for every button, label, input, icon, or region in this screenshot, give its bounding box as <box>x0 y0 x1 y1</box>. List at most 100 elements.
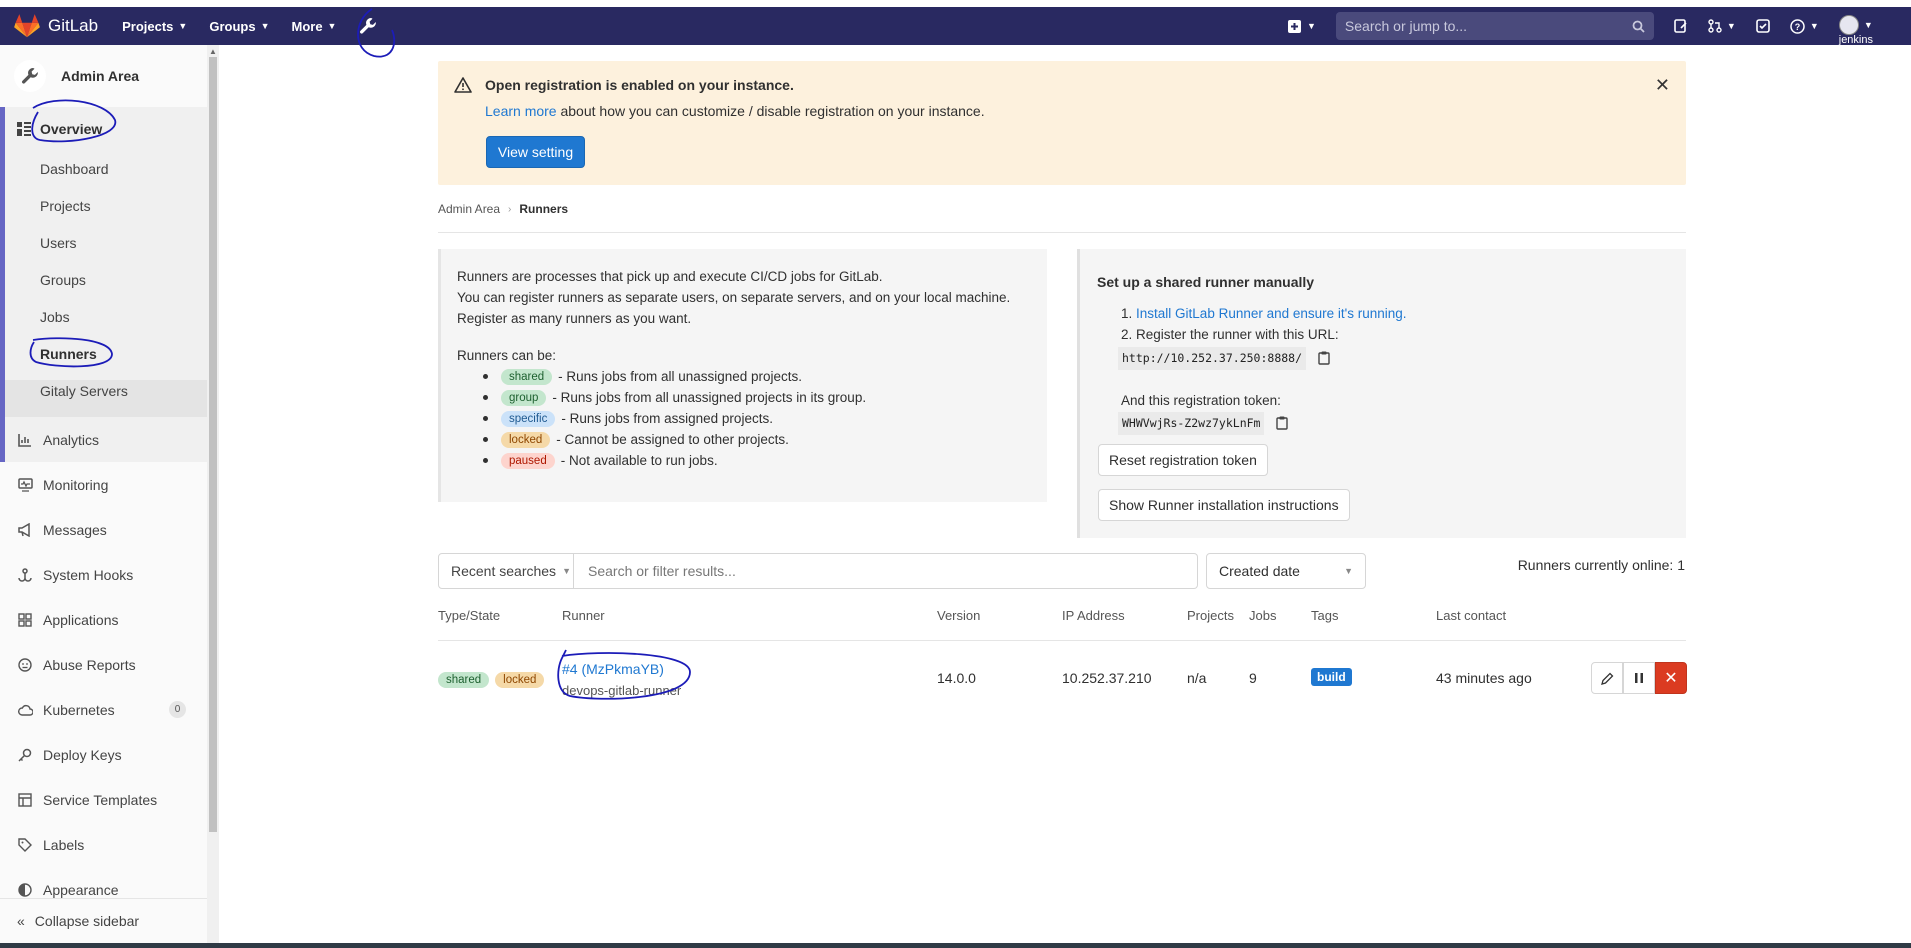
todos-button[interactable] <box>1756 19 1770 33</box>
sidebar-item-gitaly-servers[interactable]: Gitaly Servers <box>40 383 128 399</box>
sidebar-item-monitoring[interactable]: Monitoring <box>17 477 108 493</box>
info-line-1: Runners are processes that pick up and e… <box>457 269 883 284</box>
admin-wrench-icon[interactable] <box>358 16 378 36</box>
close-icon: ✕ <box>1664 670 1678 687</box>
merge-request-icon <box>1708 19 1722 33</box>
registration-url: http://10.252.37.250:8888/ <box>1118 347 1307 370</box>
filter-bar: Recent searches ▼ Search or filter result… <box>438 553 1198 589</box>
template-icon <box>17 792 33 808</box>
shared-badge: shared <box>438 672 490 688</box>
sidebar-header[interactable]: Admin Area <box>0 45 207 107</box>
breadcrumb-runners[interactable]: Runners <box>519 202 568 216</box>
sidebar-item-groups[interactable]: Groups <box>40 272 86 288</box>
chevron-down-icon: ▼ <box>1863 19 1873 30</box>
sidebar-item-analytics[interactable]: Analytics <box>17 432 99 448</box>
chevron-down-icon: ▼ <box>562 566 571 576</box>
copy-icon[interactable] <box>1318 351 1330 366</box>
tag-badge: build <box>1311 668 1352 686</box>
collapse-sidebar-button[interactable]: « Collapse sidebar <box>0 898 219 943</box>
sidebar-title: Admin Area <box>61 68 140 84</box>
key-icon <box>17 747 33 763</box>
username: jenkins <box>1838 33 1873 46</box>
sidebar-item-users[interactable]: Users <box>40 235 77 251</box>
sidebar-item-messages[interactable]: Messages <box>17 522 107 538</box>
sort-dropdown[interactable]: Created date ▼ <box>1206 553 1366 589</box>
avatar <box>1838 14 1859 35</box>
brand-name: GitLab <box>48 16 99 35</box>
sidebar-item-overview[interactable]: Overview <box>17 121 102 137</box>
overview-icon <box>17 122 31 136</box>
scrollbar-thumb[interactable] <box>209 57 217 832</box>
sidebar-item-jobs[interactable]: Jobs <box>40 309 70 325</box>
appearance-icon <box>17 882 33 898</box>
smiley-icon <box>17 657 33 673</box>
gitlab-logo[interactable]: GitLab <box>0 14 98 38</box>
new-item-dropdown[interactable]: ▼ <box>1287 19 1316 33</box>
runner-type-item: group - Runs jobs from all unassigned pro… <box>483 387 1031 408</box>
warning-icon <box>454 77 472 93</box>
info-line-3: Register as many runners as you want. <box>457 311 692 326</box>
recent-searches-dropdown[interactable]: Recent searches ▼ <box>438 553 574 589</box>
sidebar-item-abuse-reports[interactable]: Abuse Reports <box>17 657 136 673</box>
install-runner-link[interactable]: Install GitLab Runner and ensure it's ru… <box>1136 306 1407 321</box>
copy-icon[interactable] <box>1276 416 1288 431</box>
sidebar-item-deploy-keys[interactable]: Deploy Keys <box>17 747 122 763</box>
column-header-last-contact: Last contact <box>1436 608 1507 623</box>
chart-icon <box>17 432 33 448</box>
sidebar-item-projects[interactable]: Projects <box>40 198 91 214</box>
scroll-up-icon: ▲ <box>209 47 217 56</box>
close-icon[interactable]: ✕ <box>1655 75 1670 96</box>
chevron-down-icon: ▼ <box>260 21 270 31</box>
sidebar-item-system-hooks[interactable]: System Hooks <box>17 567 133 583</box>
view-setting-button[interactable]: View setting <box>486 136 585 168</box>
runner-link[interactable]: #4 (MzPkmaYB) <box>562 659 681 680</box>
nav-more[interactable]: More ▼ <box>291 19 336 34</box>
double-chevron-left-icon: « <box>17 913 25 929</box>
search-input[interactable]: Search or jump to... <box>1335 12 1654 40</box>
help-dropdown[interactable]: ? ▼ <box>1790 18 1819 34</box>
show-installation-instructions-button[interactable]: Show Runner installation instructions <box>1098 489 1350 521</box>
learn-more-link[interactable]: Learn more <box>485 103 557 119</box>
edit-runner-button[interactable] <box>1591 662 1623 694</box>
filter-search-input[interactable]: Search or filter results... <box>574 553 1198 589</box>
nav-projects[interactable]: Projects ▼ <box>122 19 187 34</box>
abuse-reports-count: 0 <box>169 701 186 718</box>
chevron-down-icon: ▼ <box>1306 21 1316 31</box>
column-header-projects: Projects <box>1187 608 1234 623</box>
sidebar-item-kubernetes[interactable]: Kubernetes <box>17 702 115 718</box>
pause-runner-button[interactable] <box>1623 662 1655 694</box>
table-header-divider <box>438 640 1686 641</box>
monitor-icon <box>17 477 33 493</box>
sidebar-item-service-templates[interactable]: Service Templates <box>17 792 157 808</box>
delete-runner-button[interactable]: ✕ <box>1655 662 1687 694</box>
paused-badge: paused <box>501 452 555 469</box>
issues-icon <box>1674 19 1687 33</box>
sidebar-item-labels[interactable]: Labels <box>17 837 84 853</box>
chevron-down-icon: ▼ <box>178 21 188 31</box>
label-icon <box>17 837 33 853</box>
sidebar-item-dashboard[interactable]: Dashboard <box>40 161 109 177</box>
merge-requests-button[interactable]: ▼ <box>1708 19 1736 33</box>
pause-icon <box>1635 673 1643 683</box>
locked-badge: locked <box>495 672 545 688</box>
column-header-jobs: Jobs <box>1249 608 1277 623</box>
sidebar-item-applications[interactable]: Applications <box>17 612 119 628</box>
locked-badge: locked <box>501 431 551 448</box>
sidebar-scrollbar[interactable]: ▲ <box>207 45 219 943</box>
runner-type-item: shared - Runs jobs from all unassigned pr… <box>483 366 1031 387</box>
breadcrumb-admin-area[interactable]: Admin Area <box>438 202 500 216</box>
runner-type-item: locked - Cannot be assigned to other proj… <box>483 429 1031 450</box>
sidebar-item-runners[interactable]: Runners <box>40 346 97 362</box>
search-placeholder: Search or jump to... <box>1344 18 1468 34</box>
runner-type-item: specific - Runs jobs from assigned projec… <box>483 408 1031 429</box>
reset-registration-token-button[interactable]: Reset registration token <box>1098 444 1268 476</box>
nav-groups[interactable]: Groups ▼ <box>209 19 269 34</box>
tanuki-icon <box>14 14 40 38</box>
svg-text:?: ? <box>1795 22 1801 32</box>
sidebar-item-appearance[interactable]: Appearance <box>17 882 119 898</box>
divider <box>438 232 1686 233</box>
runner-ip-address: 10.252.37.210 <box>1062 670 1152 686</box>
column-header-type-state: Type/State <box>438 608 501 623</box>
user-menu[interactable]: ▼ jenkins <box>1838 14 1873 46</box>
issues-button[interactable] <box>1674 19 1688 33</box>
